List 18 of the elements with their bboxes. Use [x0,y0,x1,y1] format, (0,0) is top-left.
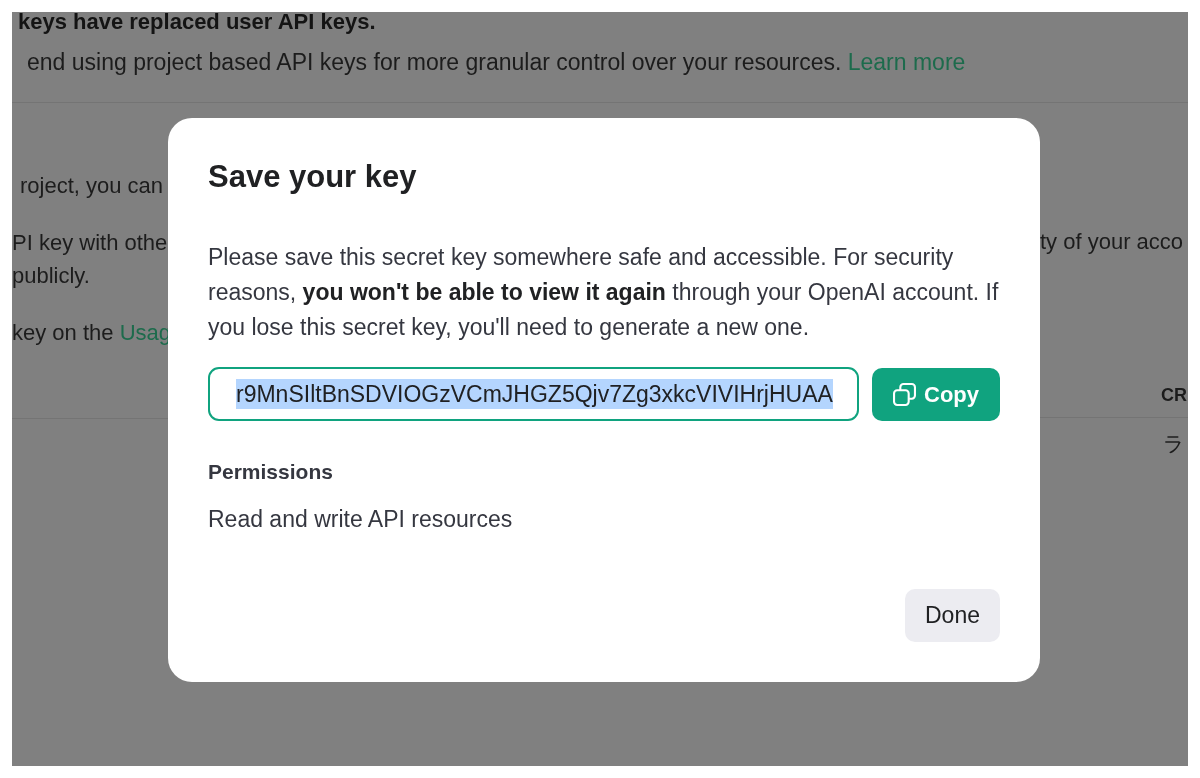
column-header: CR [1161,384,1187,407]
page-text: ty of your acco [1040,228,1185,256]
table-cell-text: ラ [1163,431,1185,457]
page-text: roject, you can [19,172,165,200]
page-text: publicly. [12,262,91,290]
dialog-message: Please save this secret key somewhere safe and accessible. For security reasons, you won't be able to view it again through your OpenAI account. If you lose this secret key, you'll need to generate a new one. [208,243,1000,342]
done-button[interactable]: Done [905,589,1000,642]
dialog-title: Save your key [208,159,418,195]
learn-more-link[interactable]: Learn more [847,49,966,75]
notice-title: keys have replaced user API keys. [17,12,377,32]
page-text: PI key with othe [12,229,168,257]
key-text-selection: r9MnSIltBnSDVIOGzVCmJHGZ5Qjv7Zg3xkcVIVIHrjHUAA [236,379,833,409]
key-field[interactable]: r9MnSIltBnSDVIOGzVCmJHGZ5Qjv7Zg3xkcVIVIHrjHUAA [208,367,859,421]
copy-button[interactable]: Copy [872,368,1000,421]
permissions-label: Permissions [208,459,334,485]
permissions-value: Read and write API resources [208,505,514,534]
notice-text: end using project based API keys for more granular control over your resources. Learn more [26,48,967,77]
copy-icon [893,383,916,406]
